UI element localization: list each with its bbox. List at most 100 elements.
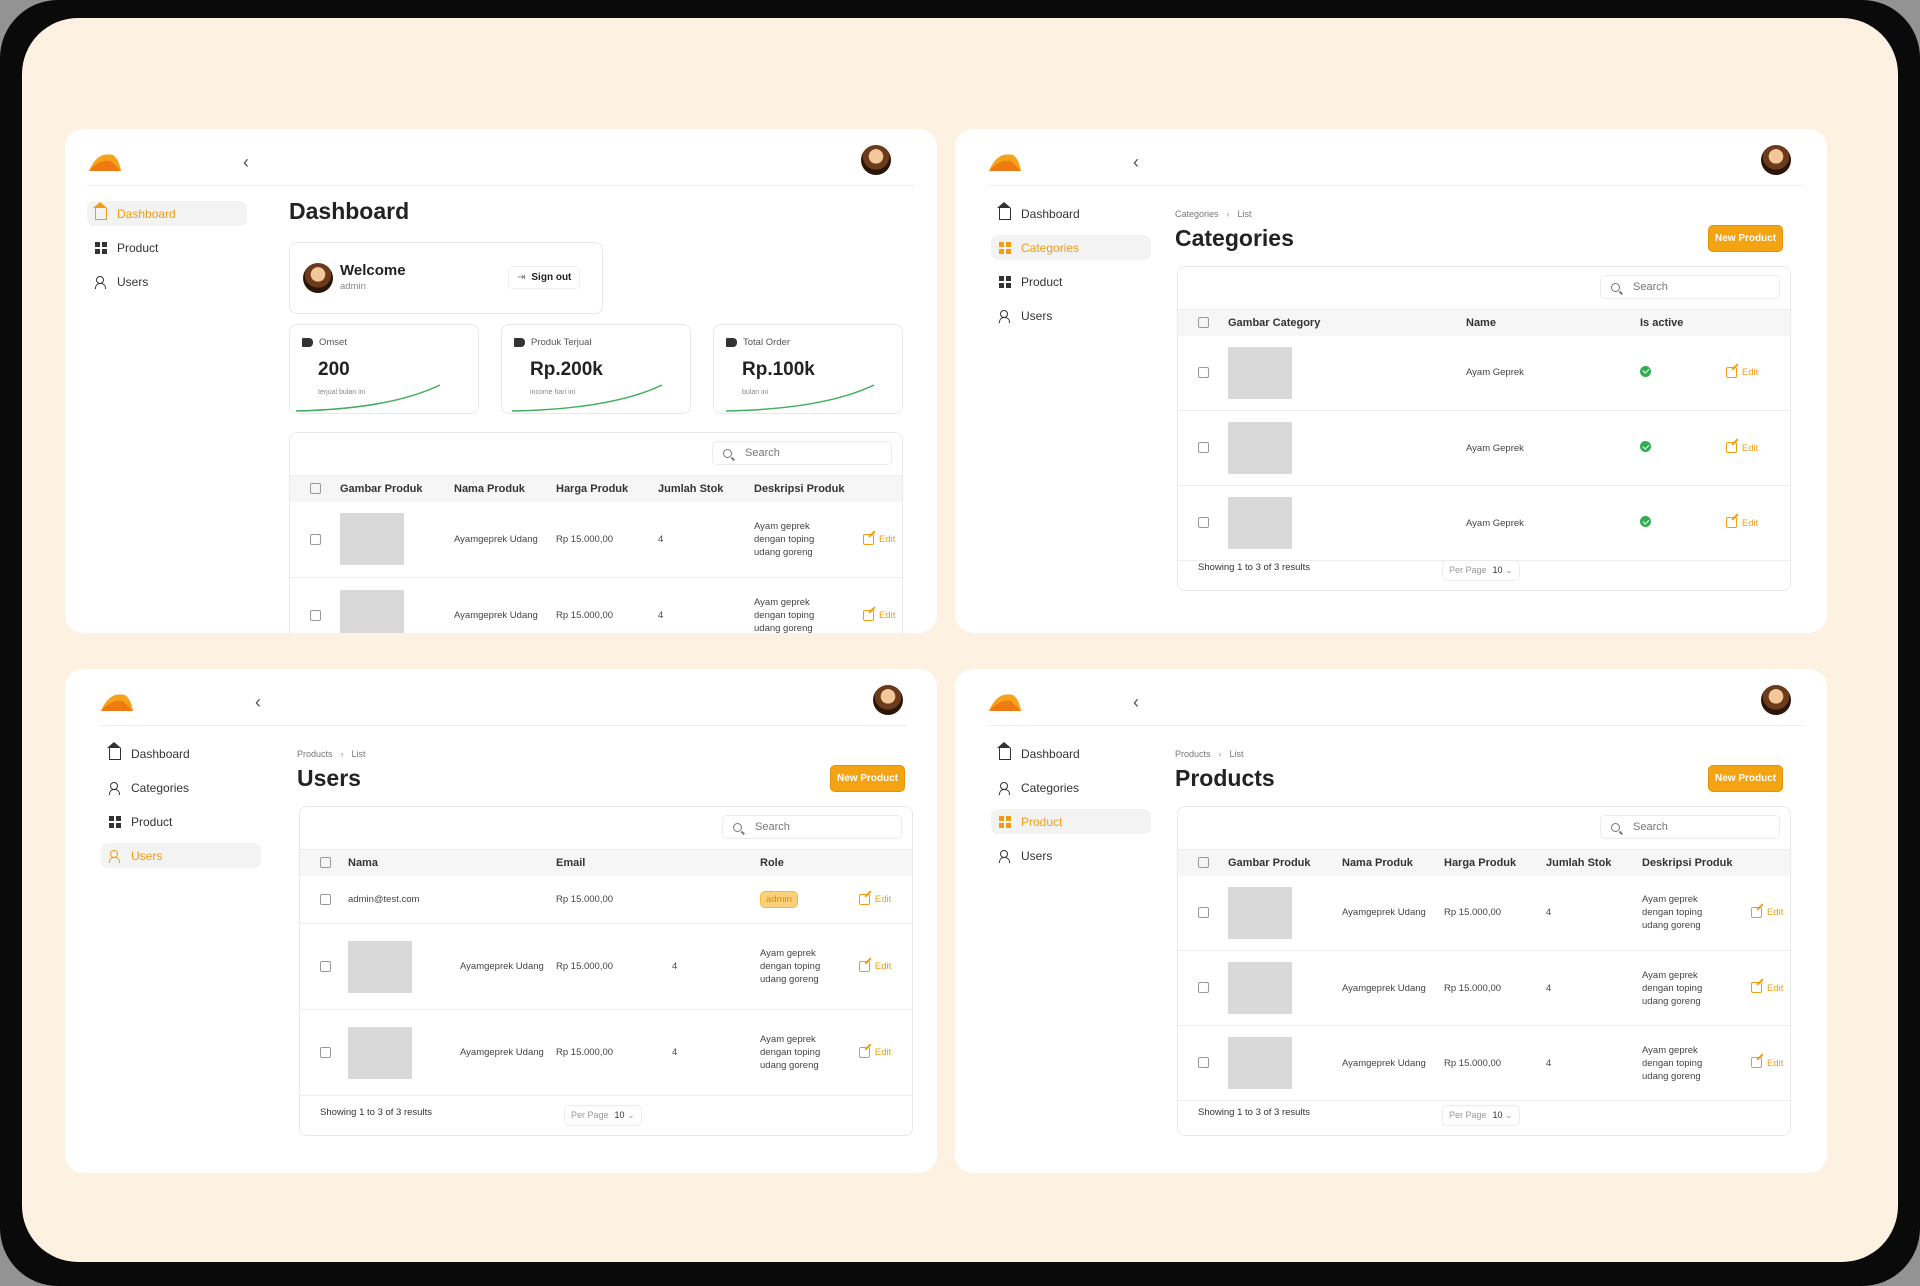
page-header: Products › List Users [297, 749, 366, 792]
sidebar-item-dashboard[interactable]: Dashboard [101, 741, 261, 766]
new-product-button[interactable]: New Product [830, 765, 906, 792]
edit-button[interactable]: Edit [858, 1046, 891, 1058]
page-title: Categories [1175, 225, 1294, 251]
row-checkbox[interactable] [1198, 907, 1209, 919]
dashboard-screen: ‹ Dashboard Product Users Dashboard Welc… [65, 129, 937, 633]
search-icon [1611, 282, 1620, 292]
search-icon [733, 822, 742, 832]
row-checkbox[interactable] [310, 533, 321, 545]
sign-out-button[interactable]: ⇥ Sign out [508, 266, 581, 289]
row-checkbox[interactable] [1198, 1057, 1209, 1069]
sidebar-item-users[interactable]: Users [87, 269, 247, 294]
logo-icon [989, 694, 1021, 711]
edit-button[interactable]: Edit [1725, 442, 1758, 454]
edit-icon [863, 533, 874, 545]
sidebar-item-dashboard[interactable]: Dashboard [991, 201, 1151, 226]
search-input[interactable]: Search [722, 815, 902, 839]
sidebar-item-dashboard[interactable]: Dashboard [991, 741, 1151, 766]
sidebar-item-categories[interactable]: Categories [101, 775, 261, 800]
avatar[interactable] [873, 685, 903, 715]
logo-icon [89, 154, 121, 171]
select-all-checkbox[interactable] [320, 857, 331, 869]
pagination-summary: Showing 1 to 3 of 3 results [1198, 1107, 1310, 1118]
sidebar-item-product[interactable]: Product [101, 809, 261, 834]
sidebar-item-product[interactable]: Product [87, 235, 247, 260]
users-screen: ‹ Dashboard Categories Product Users Pro… [65, 669, 937, 1173]
new-product-button[interactable]: New Product [1708, 225, 1784, 252]
column-header: Jumlah Stok [1546, 849, 1642, 876]
edit-button[interactable]: Edit [858, 893, 891, 905]
per-page-select[interactable]: Per Page 10 ⌄ [1442, 1105, 1520, 1126]
chevron-down-icon: ⌄ [1505, 1110, 1513, 1120]
edit-button[interactable]: Edit [863, 533, 895, 545]
sidebar-item-users[interactable]: Users [991, 843, 1151, 868]
avatar[interactable] [861, 145, 891, 175]
edit-icon [858, 893, 870, 905]
table-header: Gambar Produk Nama Produk Harga Produk J… [290, 475, 902, 502]
sidebar-item-categories[interactable]: Categories [991, 775, 1151, 800]
row-checkbox[interactable] [1198, 517, 1209, 529]
row-checkbox[interactable] [320, 960, 331, 972]
select-all-checkbox[interactable] [310, 483, 321, 495]
search-input[interactable]: Search [1600, 815, 1780, 839]
sidebar-item-users[interactable]: Users [991, 303, 1151, 328]
product-name: Ayamgeprek Udang [460, 923, 556, 1010]
sidebar-item-users[interactable]: Users [101, 843, 261, 868]
welcome-card: Welcome admin ⇥ Sign out [289, 242, 603, 314]
per-page-select[interactable]: Per Page 10 ⌄ [564, 1105, 642, 1126]
table-row: Ayamgeprek Udang Rp 15.000,00 4 Ayam gep… [300, 1009, 912, 1096]
avatar[interactable] [1761, 145, 1791, 175]
product-image [340, 589, 404, 633]
row-checkbox[interactable] [1198, 442, 1209, 454]
column-header: Harga Produk [556, 475, 658, 502]
product-stock: 4 [1546, 950, 1642, 1026]
sidebar-item-product[interactable]: Product [991, 269, 1151, 294]
select-all-checkbox[interactable] [1198, 857, 1209, 869]
product-image [348, 1026, 412, 1079]
home-icon [997, 201, 1011, 220]
pagination-summary: Showing 1 to 3 of 3 results [320, 1107, 432, 1118]
edit-button[interactable]: Edit [1751, 982, 1783, 994]
role-badge: admin [760, 890, 798, 908]
collapse-sidebar-icon[interactable]: ‹ [1133, 693, 1139, 711]
sidebar-item-product[interactable]: Product [991, 809, 1151, 834]
new-product-button[interactable]: New Product [1708, 765, 1784, 792]
home-icon [93, 201, 107, 220]
collapse-sidebar-icon[interactable]: ‹ [255, 693, 261, 711]
edit-button[interactable]: Edit [1751, 1057, 1783, 1069]
sidebar: Dashboard Categories Product Users [101, 741, 261, 877]
row-checkbox[interactable] [310, 609, 321, 621]
edit-button[interactable]: Edit [1751, 907, 1783, 918]
edit-button[interactable]: Edit [1725, 517, 1758, 529]
product-price: Rp 15.000,00 [556, 577, 658, 633]
row-checkbox[interactable] [320, 1046, 331, 1058]
sidebar: Dashboard Categories Product Users [991, 201, 1151, 337]
row-checkbox[interactable] [1198, 367, 1209, 379]
collapse-sidebar-icon[interactable]: ‹ [243, 153, 249, 171]
select-all-checkbox[interactable] [1198, 317, 1209, 329]
check-circle-icon [1640, 365, 1651, 377]
grid-icon [999, 241, 1011, 254]
edit-button[interactable]: Edit [1725, 367, 1758, 378]
search-input[interactable]: Search [1600, 275, 1780, 299]
row-checkbox[interactable] [320, 893, 331, 905]
sidebar-item-dashboard[interactable]: Dashboard [87, 201, 247, 226]
product-name: Ayamgeprek Udang [454, 577, 556, 633]
per-page-select[interactable]: Per Page 10 ⌄ [1442, 560, 1520, 581]
product-description: Ayam geprek dengan toping udang goreng [754, 577, 863, 633]
collapse-sidebar-icon[interactable]: ‹ [1133, 153, 1139, 171]
table-row: Ayamgeprek Udang Rp 15.000,00 4 Ayam gep… [1178, 875, 1790, 951]
trend-line [725, 384, 875, 412]
grid-icon [999, 275, 1011, 288]
edit-button[interactable]: Edit [858, 960, 891, 972]
row-checkbox[interactable] [1198, 982, 1209, 994]
product-price: Rp 15.000,00 [556, 501, 658, 578]
product-stock: 4 [672, 923, 760, 1010]
avatar[interactable] [1761, 685, 1791, 715]
users-table-card: Search Nama Email Role admin@test.com Rp… [299, 806, 913, 1136]
sidebar-item-categories[interactable]: Categories [991, 235, 1151, 260]
search-input[interactable]: Search [712, 441, 892, 465]
category-image [1228, 497, 1292, 549]
edit-button[interactable]: Edit [863, 609, 895, 621]
sign-out-icon: ⇥ [517, 272, 526, 283]
